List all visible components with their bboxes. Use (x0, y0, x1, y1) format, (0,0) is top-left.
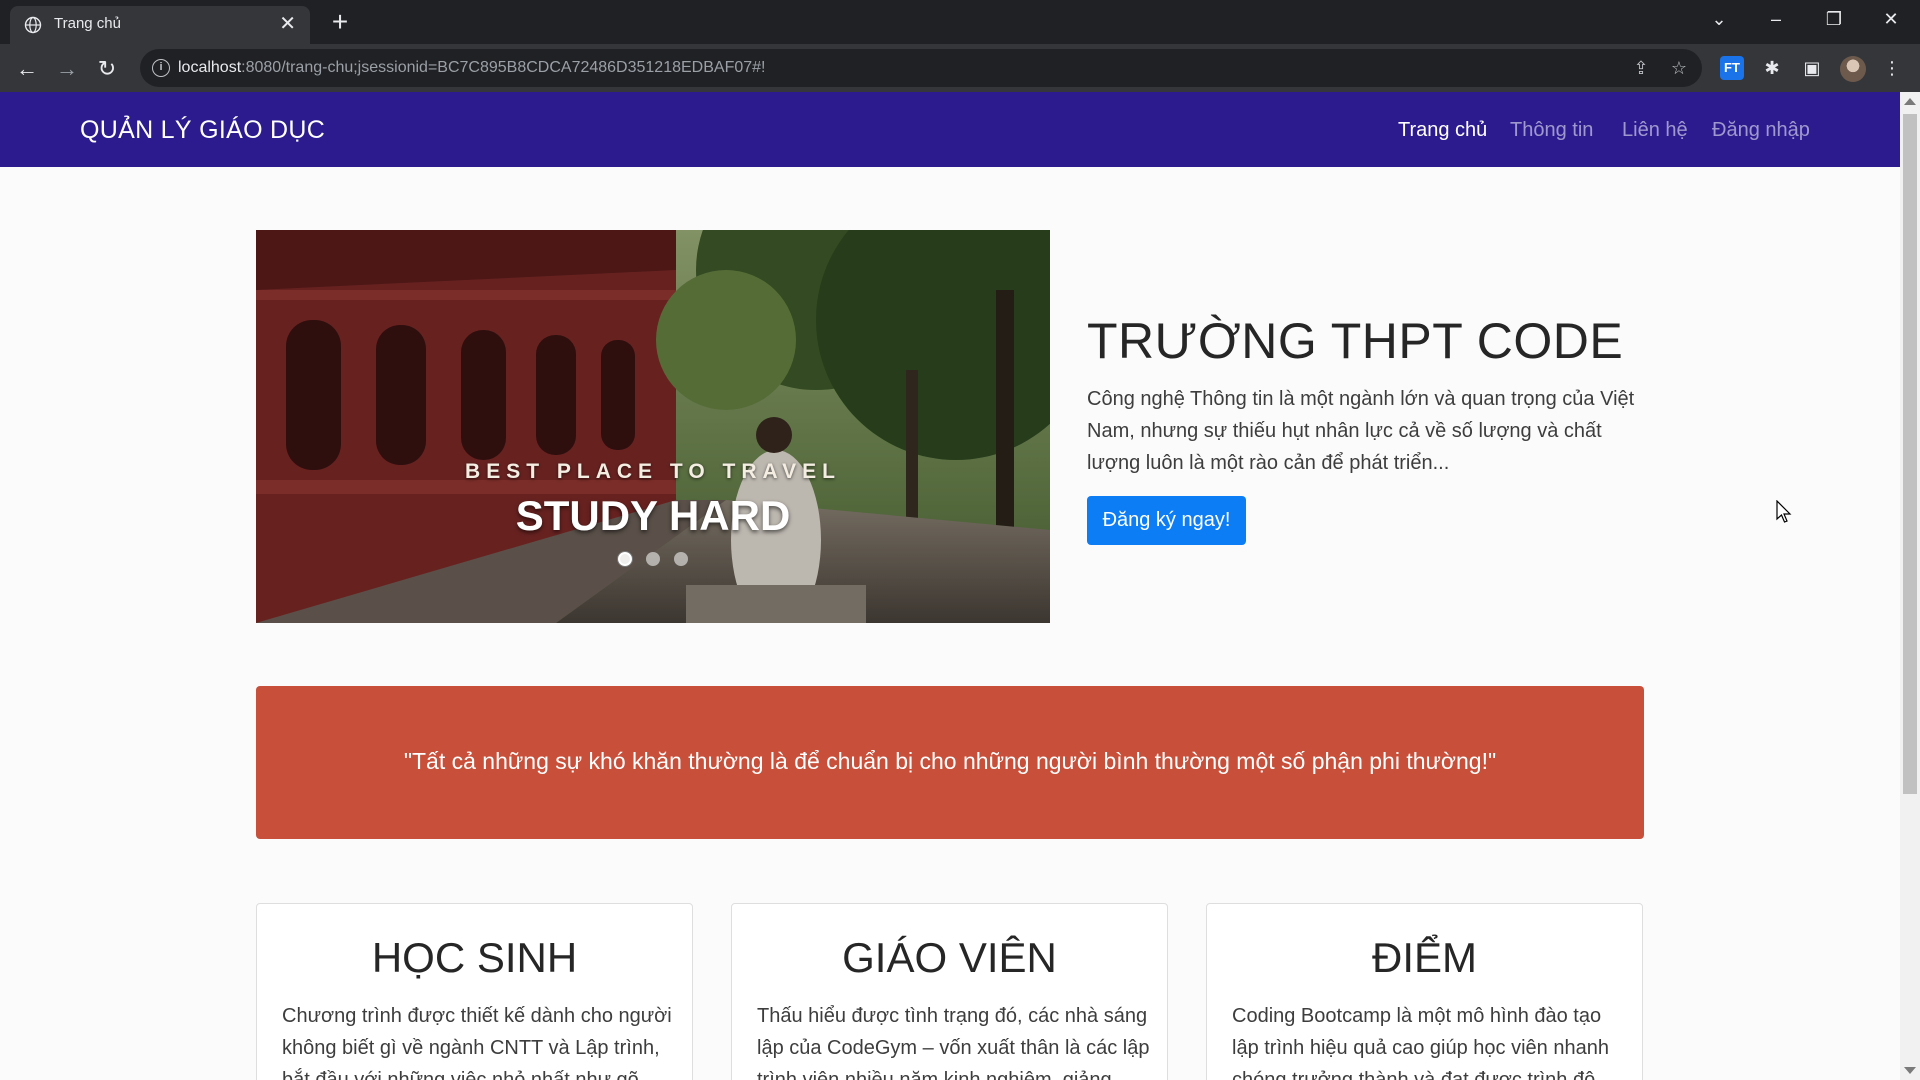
address-bar[interactable]: i localhost:8080/trang-chu;jsessionid=BC… (140, 49, 1702, 87)
carousel-title: STUDY HARD (515, 492, 791, 539)
side-panel-icon[interactable]: ▣ (1800, 56, 1824, 80)
page-scrollbar[interactable] (1900, 92, 1920, 1080)
hero-title: TRƯỜNG THPT CODE (1087, 313, 1624, 369)
minimize-icon[interactable]: – (1756, 6, 1796, 32)
nav-link-lien-he[interactable]: Liên hệ (1622, 119, 1688, 142)
carousel-indicator[interactable] (646, 551, 660, 566)
register-now-button[interactable]: Đăng ký ngay! (1087, 496, 1246, 545)
card-giao-vien: GIÁO VIÊN Thấu hiểu được tình trạng đó, … (731, 903, 1168, 1080)
card-diem: ĐIỂM Coding Bootcamp là một mô hình đào … (1206, 903, 1643, 1080)
browser-toolbar: ← → ↻ i localhost:8080/trang-chu;jsessio… (0, 44, 1920, 92)
card-text: Chương trình được thiết kế dành cho ngườ… (282, 1005, 672, 1080)
card-title: ĐIỂM (1372, 934, 1477, 981)
card-text: Thấu hiểu được tình trạng đó, các nhà sá… (757, 1005, 1150, 1080)
nav-link-dang-nhap[interactable]: Đăng nhập (1712, 119, 1810, 142)
browser-tab-strip: Trang chủ ✕ + ⌄ – ❐ ✕ (0, 0, 1920, 44)
carousel-subtitle: BEST PLACE TO TRAVEL (465, 460, 841, 483)
scroll-thumb[interactable] (1903, 114, 1917, 794)
browser-menu-icon[interactable]: ⋮ (1880, 56, 1904, 80)
scroll-up-icon[interactable] (1904, 98, 1916, 105)
close-tab-icon[interactable]: ✕ (279, 12, 296, 36)
restore-icon[interactable]: ❐ (1814, 6, 1854, 32)
globe-icon (24, 16, 42, 34)
hero-carousel[interactable]: BEST PLACE TO TRAVEL STUDY HARD (256, 230, 1050, 623)
reload-icon[interactable]: ↻ (92, 54, 122, 84)
profile-avatar[interactable] (1840, 56, 1866, 82)
quote-banner: "Tất cả những sự khó khăn thường là để c… (256, 686, 1644, 839)
carousel-indicator[interactable] (674, 551, 689, 566)
card-text: Coding Bootcamp là một mô hình đào tạo l… (1232, 1005, 1609, 1080)
back-icon[interactable]: ← (12, 54, 42, 84)
mouse-cursor-icon (1776, 500, 1792, 523)
share-icon[interactable]: ⇪ (1630, 57, 1652, 79)
url-text: localhost:8080/trang-chu;jsessionid=BC7C… (178, 59, 766, 76)
close-window-icon[interactable]: ✕ (1871, 6, 1911, 32)
bookmark-star-icon[interactable]: ☆ (1668, 57, 1690, 79)
nav-link-trang-chu[interactable]: Trang chủ (1398, 119, 1487, 142)
forward-icon[interactable]: → (52, 54, 82, 84)
browser-tab[interactable]: Trang chủ ✕ (10, 6, 310, 44)
site-brand[interactable]: QUẢN LÝ GIÁO DỤC (80, 116, 325, 145)
card-title: HỌC SINH (371, 934, 578, 981)
site-info-icon[interactable]: i (152, 59, 170, 77)
nav-link-thong-tin[interactable]: Thông tin (1510, 119, 1593, 142)
scroll-down-icon[interactable] (1904, 1067, 1916, 1074)
extension-ft-icon[interactable]: FT (1720, 56, 1744, 80)
extensions-puzzle-icon[interactable]: ✱ (1760, 56, 1784, 80)
carousel-indicator[interactable] (617, 551, 632, 566)
card-hoc-sinh: HỌC SINH Chương trình được thiết kế dành… (256, 903, 693, 1080)
hero-description: Công nghệ Thông tin là một ngành lớn và … (1087, 388, 1635, 474)
new-tab-icon[interactable]: + (325, 6, 355, 38)
carousel-indicators (256, 550, 1050, 568)
site-navbar: QUẢN LÝ GIÁO DỤC Trang chủ Thông tin Liê… (0, 92, 1900, 167)
card-title: GIÁO VIÊN (842, 934, 1057, 981)
tab-title: Trang chủ (54, 15, 121, 32)
quote-text: "Tất cả những sự khó khăn thường là để c… (403, 748, 1497, 774)
tab-search-icon[interactable]: ⌄ (1699, 6, 1739, 32)
